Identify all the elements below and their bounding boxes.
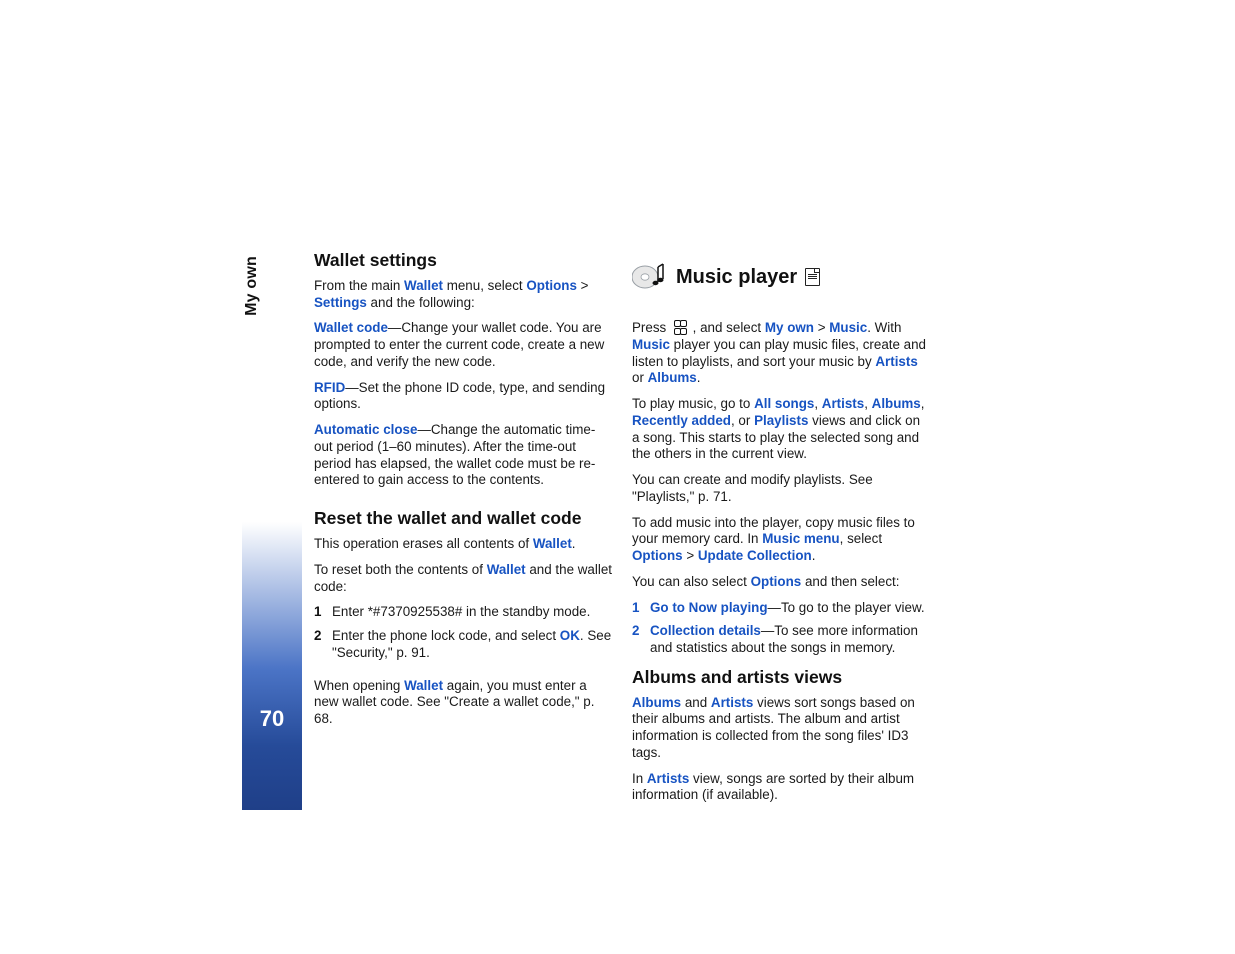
term-music: Music	[632, 337, 670, 352]
text-content: Wallet settings From the main Wallet men…	[314, 250, 930, 813]
text: ,	[921, 396, 925, 411]
right-body: Press , and select My own > Music. With …	[632, 304, 930, 813]
paragraph: In Artists view, songs are sorted by the…	[632, 771, 930, 805]
text: Enter *#7370925538# in the standby mode.	[332, 604, 590, 619]
text: . With	[867, 320, 901, 335]
text: and then select:	[801, 574, 899, 589]
text: When opening	[314, 678, 404, 693]
term-albums: Albums	[648, 370, 697, 385]
text: >	[577, 278, 589, 293]
right-column: Music player Press , and select My own >…	[632, 250, 930, 813]
term-playlists: Playlists	[754, 413, 808, 428]
text: Press	[632, 320, 670, 335]
paragraph: Press , and select My own > Music. With …	[632, 320, 930, 387]
paragraph: Albums and Artists views sort songs base…	[632, 695, 930, 762]
text: .	[697, 370, 701, 385]
term-wallet: Wallet	[487, 562, 526, 577]
text: , select	[840, 531, 882, 546]
term-update-collection: Update Collection	[698, 548, 812, 563]
term-options: Options	[632, 548, 683, 563]
term-music: Music	[829, 320, 867, 335]
text: >	[683, 548, 698, 563]
text: —To go to the player view.	[768, 600, 925, 615]
term-music-menu: Music menu	[762, 531, 839, 546]
text: or	[632, 370, 648, 385]
text: To play music, go to	[632, 396, 754, 411]
term-go-to-now-playing: Go to Now playing	[650, 600, 768, 615]
text: Enter the phone lock code, and select	[332, 628, 560, 643]
list-item: Enter the phone lock code, and select OK…	[314, 628, 612, 662]
text: .	[812, 548, 816, 563]
text: , and select	[689, 320, 765, 335]
paragraph: From the main Wallet menu, select Option…	[314, 278, 612, 312]
term-wallet: Wallet	[533, 536, 572, 551]
paragraph: To add music into the player, copy music…	[632, 515, 930, 565]
text: menu, select	[443, 278, 526, 293]
paragraph: You can also select Options and then sel…	[632, 574, 930, 591]
paragraph: To play music, go to All songs, Artists,…	[632, 396, 930, 463]
text: —Set the phone ID code, type, and sendin…	[314, 380, 605, 412]
term-artists: Artists	[875, 354, 917, 369]
text: , or	[731, 413, 754, 428]
heading-music-player: Music player	[676, 265, 797, 290]
term-recently-added: Recently added	[632, 413, 731, 428]
term-rfid: RFID	[314, 380, 345, 395]
paragraph: Wallet code—Change your wallet code. You…	[314, 320, 612, 370]
text: In	[632, 771, 647, 786]
term-automatic-close: Automatic close	[314, 422, 417, 437]
text: ,	[814, 396, 821, 411]
text: ,	[864, 396, 871, 411]
paragraph: Automatic close—Change the automatic tim…	[314, 422, 612, 489]
term-collection-details: Collection details	[650, 623, 761, 638]
term-artists: Artists	[822, 396, 864, 411]
text: and	[681, 695, 711, 710]
heading-reset-wallet: Reset the wallet and wallet code	[314, 508, 612, 530]
sidebar: My own 70	[242, 170, 302, 810]
music-player-icon	[632, 260, 668, 294]
term-options: Options	[751, 574, 802, 589]
term-my-own: My own	[765, 320, 814, 335]
term-wallet: Wallet	[404, 278, 443, 293]
paragraph: You can create and modify playlists. See…	[632, 472, 930, 506]
text: >	[814, 320, 829, 335]
text: and the following:	[367, 295, 475, 310]
term-wallet: Wallet	[404, 678, 443, 693]
page: My own 70 Wallet settings From the main …	[0, 0, 1235, 954]
text: To reset both the contents of	[314, 562, 487, 577]
text: You can also select	[632, 574, 751, 589]
page-number: 70	[242, 705, 302, 733]
list-item: Go to Now playing—To go to the player vi…	[632, 600, 930, 617]
text: This operation erases all contents of	[314, 536, 533, 551]
paragraph: This operation erases all contents of Wa…	[314, 536, 612, 553]
music-player-heading-row: Music player	[632, 258, 930, 296]
text: From the main	[314, 278, 404, 293]
paragraph: When opening Wallet again, you must ente…	[314, 678, 612, 728]
term-settings: Settings	[314, 295, 367, 310]
term-wallet-code: Wallet code	[314, 320, 388, 335]
text: .	[572, 536, 576, 551]
term-ok: OK	[560, 628, 580, 643]
left-column: Wallet settings From the main Wallet men…	[314, 250, 612, 813]
heading-albums-artists: Albums and artists views	[632, 667, 930, 689]
list-item: Enter *#7370925538# in the standby mode.	[314, 604, 612, 621]
paragraph: RFID—Set the phone ID code, type, and se…	[314, 380, 612, 414]
term-albums: Albums	[632, 695, 681, 710]
options-list: Go to Now playing—To go to the player vi…	[632, 600, 930, 657]
term-all-songs: All songs	[754, 396, 814, 411]
term-albums: Albums	[872, 396, 921, 411]
memory-card-icon	[805, 268, 820, 286]
term-artists: Artists	[647, 771, 689, 786]
section-label: My own	[242, 256, 302, 316]
term-artists: Artists	[711, 695, 753, 710]
paragraph: To reset both the contents of Wallet and…	[314, 562, 612, 596]
term-options: Options	[526, 278, 577, 293]
list-item: Collection details—To see more informati…	[632, 623, 930, 657]
reset-steps-list: Enter *#7370925538# in the standby mode.…	[314, 604, 612, 668]
heading-wallet-settings: Wallet settings	[314, 250, 612, 272]
menu-key-icon	[672, 320, 687, 334]
